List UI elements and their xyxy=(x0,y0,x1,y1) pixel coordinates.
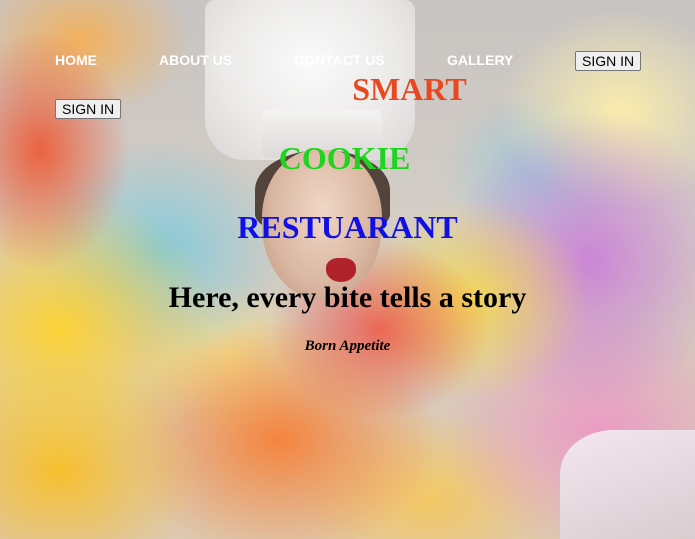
hero-title-restaurant: RESTUARANT xyxy=(237,209,458,245)
hero-tagline: Here, every bite tells a story xyxy=(168,281,527,314)
hero-section: SMART COOKIE RESTUARANT Here, every bite… xyxy=(0,0,695,539)
hero-title-cookie: COOKIE xyxy=(278,140,411,176)
hero-title-smart: SMART xyxy=(352,71,467,107)
hero-subtagline: Born Appetite xyxy=(304,338,391,354)
